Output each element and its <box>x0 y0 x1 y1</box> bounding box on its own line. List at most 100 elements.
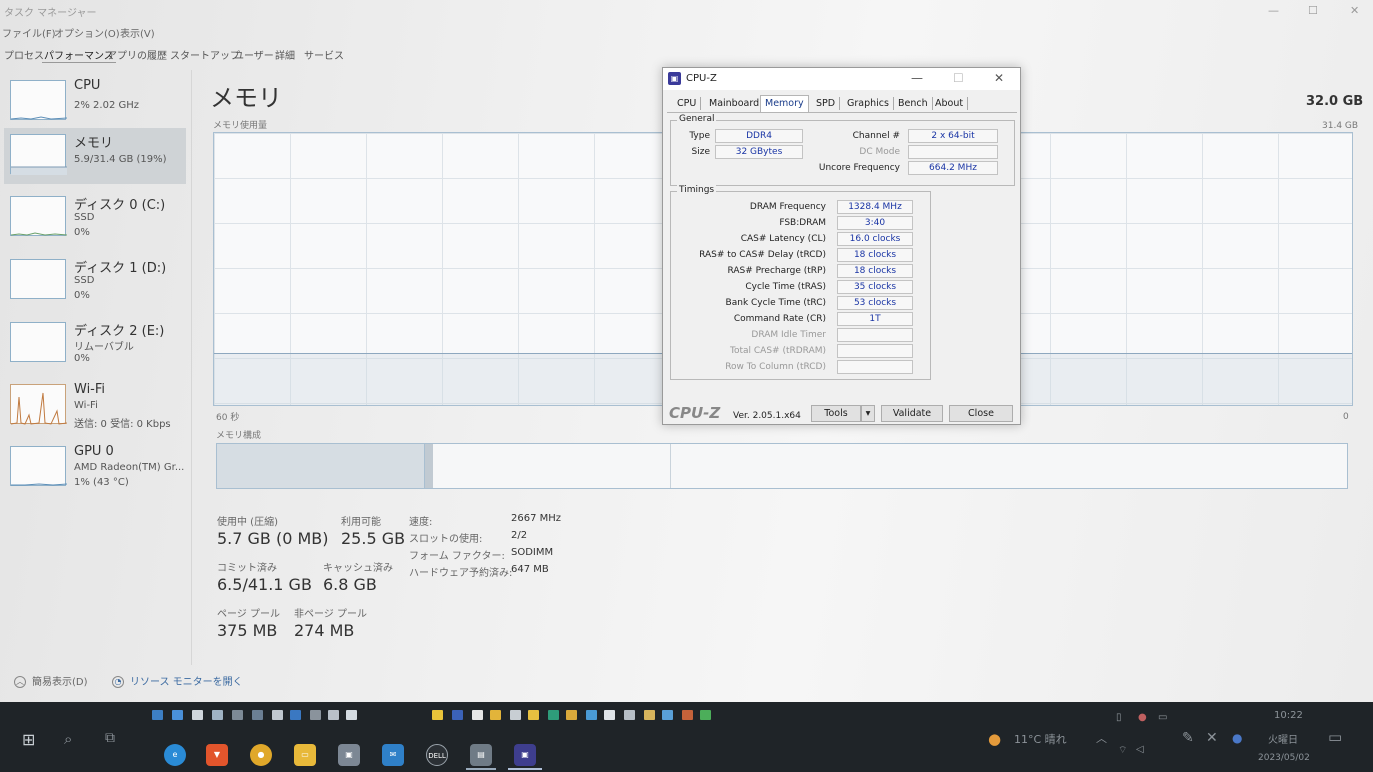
chevron-up-icon[interactable]: ︿ <box>1096 730 1107 746</box>
cpuz-minimize-icon[interactable]: — <box>911 71 923 85</box>
toolbar-app-icon[interactable] <box>432 710 443 720</box>
menu-view[interactable]: 表示(V) <box>120 25 155 40</box>
volume-icon[interactable]: ◁ <box>1136 744 1144 755</box>
memory-composition-bar[interactable] <box>216 443 1348 489</box>
toolbar-app-icon[interactable] <box>232 710 243 720</box>
menu-file[interactable]: ファイル(F) <box>2 25 56 40</box>
validate-button[interactable]: Validate <box>881 405 943 422</box>
composition-in-use <box>217 444 425 488</box>
resource-monitor-link[interactable]: ◔ リソース モニターを開く <box>112 673 243 688</box>
tab-app-history[interactable]: アプリの履歴 <box>105 47 169 62</box>
sidebar-item-disk-1[interactable]: ディスク 1 (D:) SSD 0% <box>4 253 186 309</box>
fewer-details-label: 簡易表示(D) <box>32 677 88 688</box>
composition-label: メモリ構成 <box>216 431 262 441</box>
toolbar-app-icon[interactable] <box>528 710 539 720</box>
tab-processes[interactable]: プロセス <box>2 47 46 62</box>
tab-details[interactable]: 詳細 <box>273 47 297 62</box>
speed-label: 速度: <box>409 517 433 528</box>
available-value: 25.5 GB <box>341 529 406 548</box>
type-value: DDR4 <box>715 129 803 143</box>
toolbar-app-icon[interactable] <box>192 710 203 720</box>
graph-max-label: 31.4 GB <box>1322 121 1359 131</box>
mail-icon[interactable]: ✉ <box>382 744 404 766</box>
sidebar-item-disk-2[interactable]: ディスク 2 (E:) リムーバブル 0% <box>4 316 186 372</box>
toolbar-app-icon[interactable] <box>624 710 635 720</box>
toolbar-app-icon[interactable] <box>566 710 577 720</box>
cpuz-close-icon[interactable]: ✕ <box>994 71 1004 85</box>
toolbar-app-icon[interactable] <box>490 710 501 720</box>
tray-icon[interactable]: ▯ <box>1116 712 1122 723</box>
cpuz-tab-cpu[interactable]: CPU <box>673 97 702 110</box>
toolbar-app-icon[interactable] <box>510 710 521 720</box>
cpuz-tab-memory[interactable]: Memory <box>760 95 809 112</box>
edge-icon[interactable]: e <box>164 744 186 766</box>
toolbar-app-icon[interactable] <box>310 710 321 720</box>
file-explorer-icon[interactable]: ▭ <box>294 744 316 766</box>
toolbar-app-icon[interactable] <box>472 710 483 720</box>
toolbar-app-icon[interactable] <box>586 710 597 720</box>
tools-button[interactable]: Tools <box>811 405 861 422</box>
toolbar-app-icon[interactable] <box>604 710 615 720</box>
tab-users[interactable]: ユーザー <box>232 47 276 62</box>
toolbar-app-icon[interactable] <box>662 710 673 720</box>
cpuz-close-button[interactable]: Close <box>949 405 1013 422</box>
nonpaged-pool-label: 非ページ プール <box>294 609 367 620</box>
sidebar-item-cpu[interactable]: CPU 2% 2.02 GHz <box>4 74 186 130</box>
toolbar-app-icon[interactable] <box>700 710 711 720</box>
clock-time[interactable]: 10:22 <box>1274 710 1303 721</box>
pen-icon[interactable]: ✎ <box>1182 730 1194 746</box>
menu-bar: ファイル(F) オプション(O) 表示(V) <box>0 22 1373 40</box>
toolbar-app-icon[interactable] <box>252 710 263 720</box>
cpuz-tab-graphics[interactable]: Graphics <box>843 97 894 110</box>
weather-text[interactable]: 11°C 晴れ <box>1014 731 1067 747</box>
cpuz-tab-spd[interactable]: SPD <box>812 97 841 110</box>
toolbar-app-icon[interactable] <box>346 710 357 720</box>
tools-dropdown-icon[interactable]: ▾ <box>861 405 875 422</box>
toolbar-app-icon[interactable] <box>644 710 655 720</box>
sidebar-item-memory[interactable]: メモリ 5.9/31.4 GB (19%) <box>4 128 186 184</box>
cached-label: キャッシュ済み <box>323 563 393 574</box>
toolbar-app-icon[interactable] <box>290 710 301 720</box>
clock-date[interactable]: 2023/05/02 <box>1258 753 1310 763</box>
sidebar-item-gpu-0[interactable]: GPU 0 AMD Radeon(TM) Gr... 1% (43 °C) <box>4 440 186 496</box>
maximize-icon[interactable]: ☐ <box>1308 4 1318 17</box>
cpuz-tab-mainboard[interactable]: Mainboard <box>705 97 765 110</box>
close-icon[interactable]: ✕ <box>1206 730 1218 746</box>
minimize-icon[interactable]: — <box>1268 4 1279 17</box>
brave-icon[interactable]: ▼ <box>206 744 228 766</box>
sidebar-item-label: Wi-Fi <box>74 382 106 397</box>
close-icon[interactable]: ✕ <box>1350 4 1359 17</box>
task-manager-icon[interactable]: ▤ <box>470 744 492 766</box>
tab-services[interactable]: サービス <box>302 47 346 62</box>
toolbar-app-icon[interactable] <box>212 710 223 720</box>
sidebar-item-wifi[interactable]: Wi-Fi Wi-Fi 送信: 0 受信: 0 Kbps <box>4 378 186 434</box>
dell-icon[interactable]: DELL <box>426 744 448 766</box>
sidebar-item-disk-0[interactable]: ディスク 0 (C:) SSD 0% <box>4 190 186 246</box>
network-icon[interactable]: ⌔ <box>1118 744 1127 757</box>
clock-day[interactable]: 火曜日 <box>1268 731 1298 746</box>
toolbar-app-icon[interactable] <box>452 710 463 720</box>
store-icon[interactable]: ▣ <box>338 744 360 766</box>
cpuz-taskbar-icon[interactable]: ▣ <box>514 744 536 766</box>
menu-options[interactable]: オプション(O) <box>54 25 120 40</box>
cpuz-tab-about[interactable]: About <box>931 97 969 110</box>
search-icon[interactable]: ⌕ <box>64 730 72 748</box>
task-view-icon[interactable]: ⧉ <box>105 730 115 746</box>
toolbar-app-icon[interactable] <box>152 710 163 720</box>
toolbar-app-icon[interactable] <box>172 710 183 720</box>
battery-icon[interactable]: ▭ <box>1158 712 1167 723</box>
app-tray-icon[interactable]: ● <box>1232 731 1242 745</box>
fewer-details-link[interactable]: ︿ 簡易表示(D) <box>14 673 88 688</box>
uncore-frequency-label: Uncore Frequency <box>818 163 900 173</box>
tab-startup[interactable]: スタートアップ <box>168 47 242 62</box>
weather-icon[interactable]: ● <box>988 730 1001 748</box>
cpuz-tab-bench[interactable]: Bench <box>894 97 933 110</box>
toolbar-app-icon[interactable] <box>548 710 559 720</box>
toolbar-app-icon[interactable] <box>328 710 339 720</box>
notification-icon[interactable]: ▭ <box>1328 728 1342 746</box>
windows-start-icon[interactable]: ⊞ <box>22 730 35 749</box>
toolbar-app-icon[interactable] <box>682 710 693 720</box>
toolbar-app-icon[interactable] <box>272 710 283 720</box>
chrome-icon[interactable]: ● <box>250 744 272 766</box>
tray-icon[interactable]: ● <box>1138 712 1147 723</box>
